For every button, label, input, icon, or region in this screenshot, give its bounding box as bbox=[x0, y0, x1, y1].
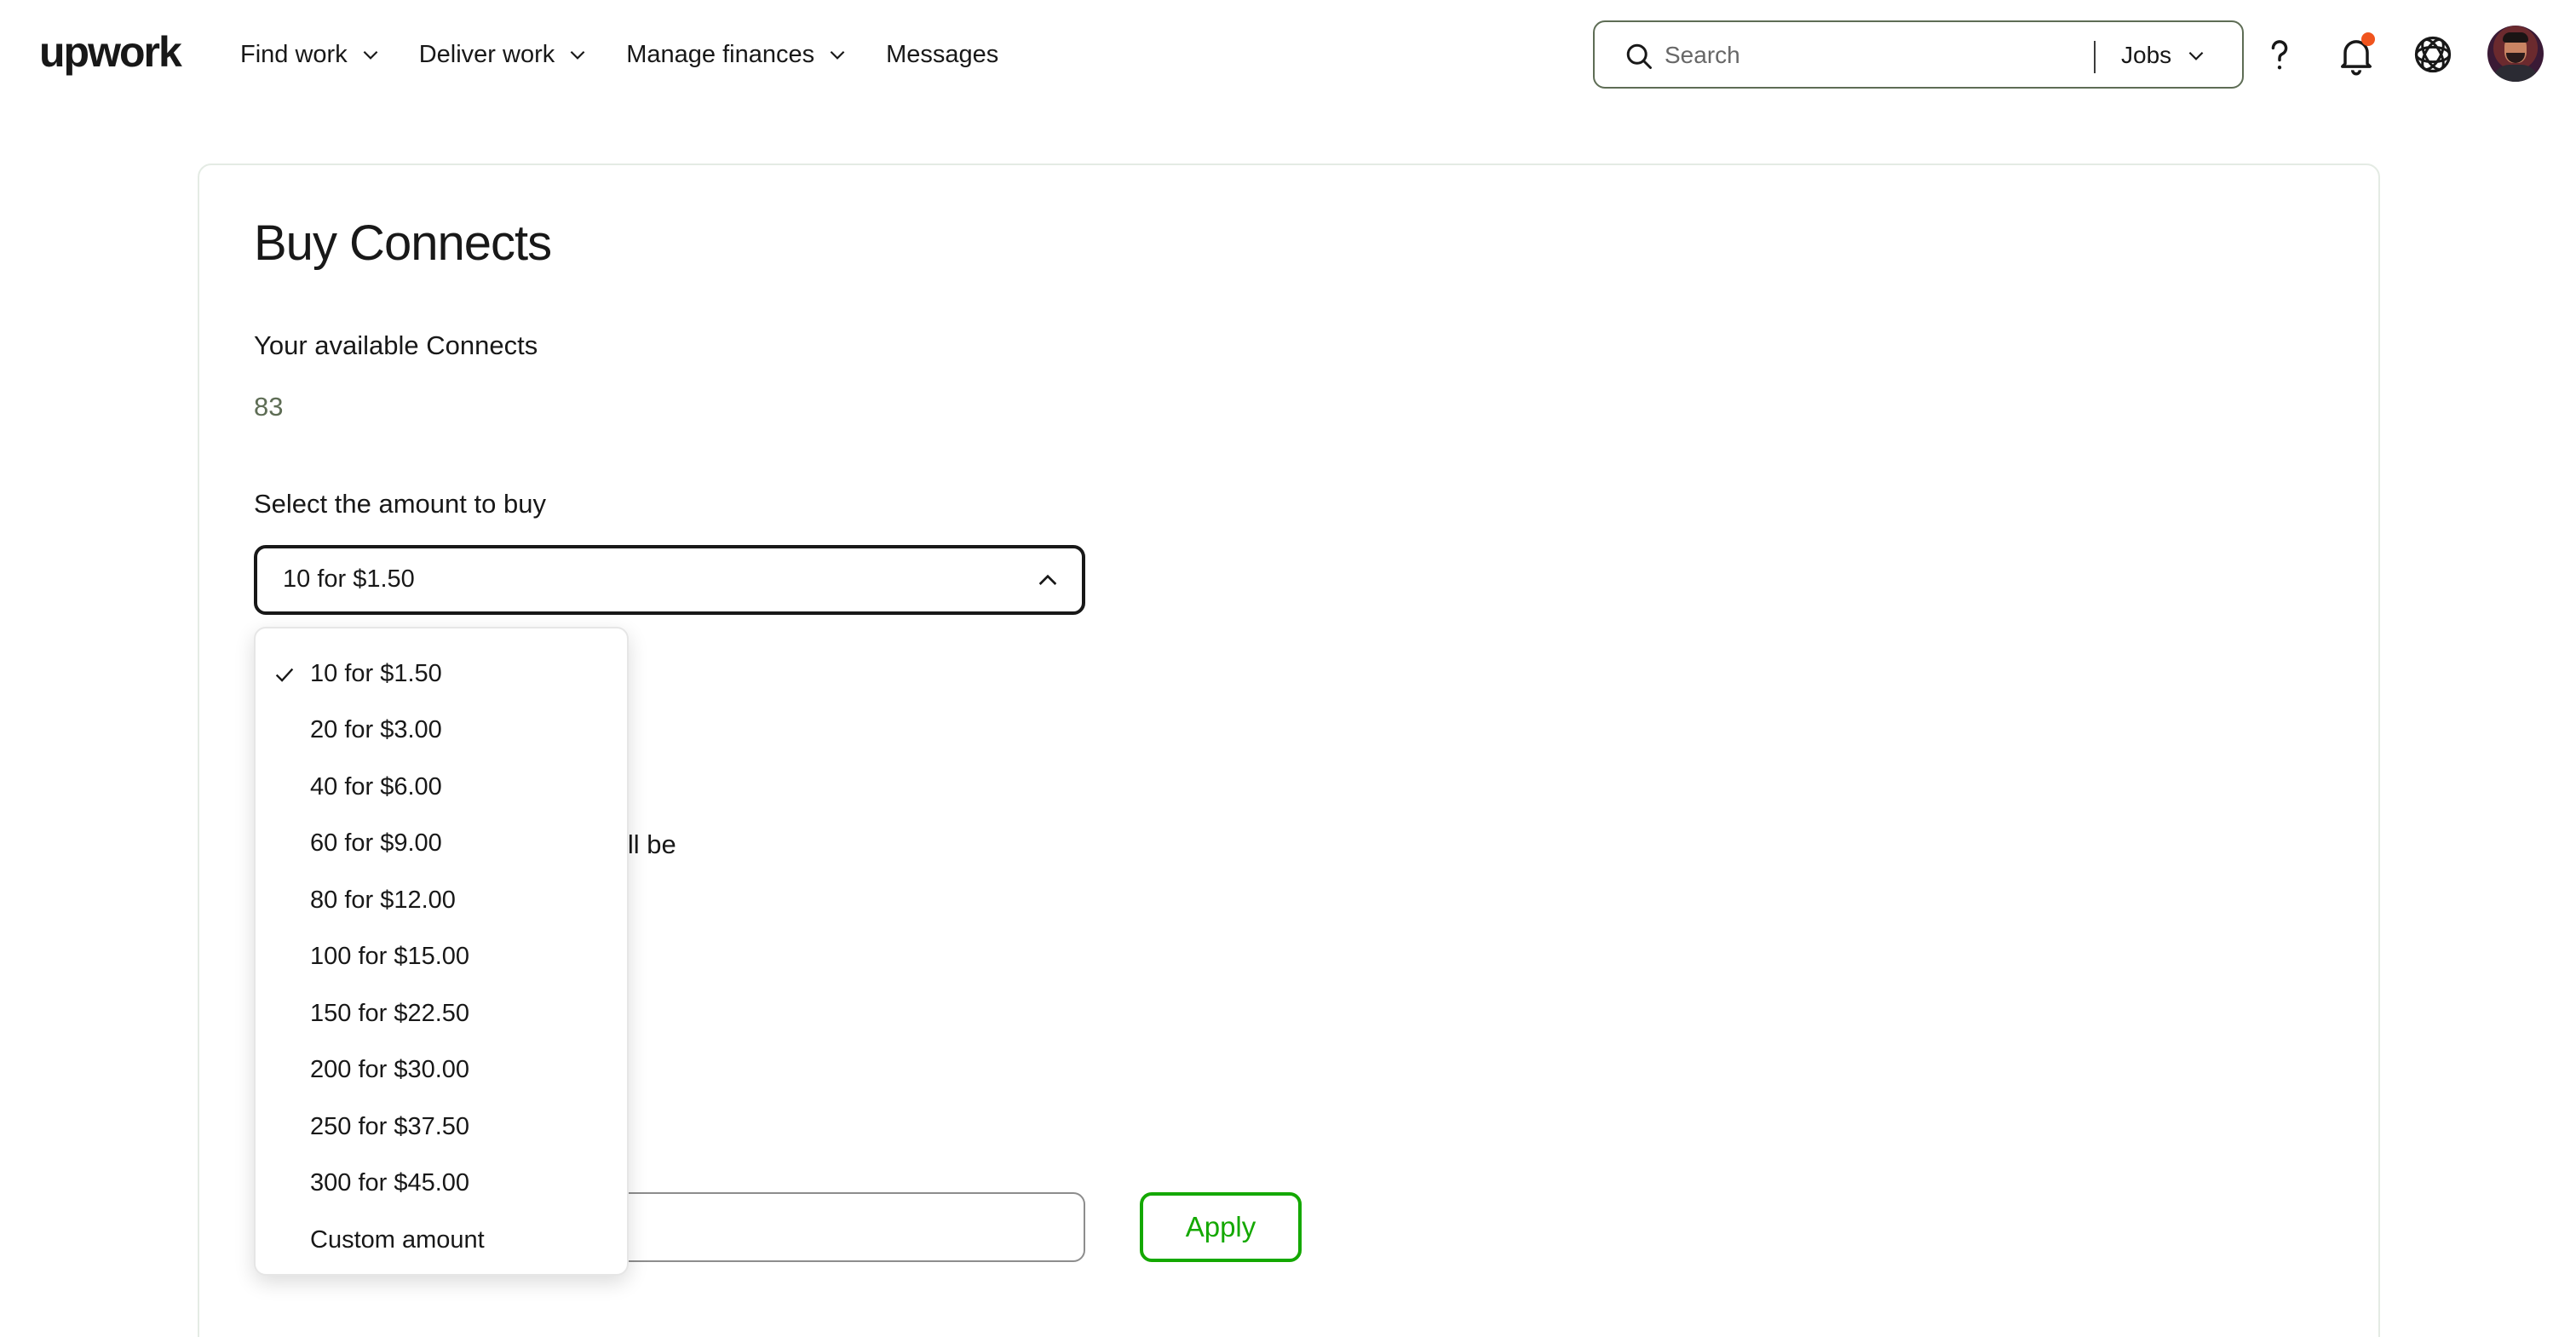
menu-option-250[interactable]: 250 for $37.50 bbox=[256, 1099, 627, 1156]
help-icon[interactable] bbox=[2257, 32, 2302, 77]
bell-icon[interactable] bbox=[2334, 32, 2378, 77]
menu-option-label: 150 for $22.50 bbox=[310, 999, 470, 1027]
search-bar: Jobs bbox=[1593, 20, 2244, 89]
chevron-down-icon bbox=[2185, 44, 2207, 66]
top-header: upwork Find work Deliver work Manage fin… bbox=[0, 0, 2576, 109]
menu-option-label: 250 for $37.50 bbox=[310, 1112, 470, 1140]
amount-select-value: 10 for $1.50 bbox=[283, 565, 415, 593]
menu-option-100[interactable]: 100 for $15.00 bbox=[256, 929, 627, 986]
search-scope-label: Jobs bbox=[2121, 42, 2172, 68]
apply-button[interactable]: Apply bbox=[1140, 1192, 1302, 1262]
check-icon bbox=[273, 663, 296, 686]
menu-option-150[interactable]: 150 for $22.50 bbox=[256, 985, 627, 1042]
main-nav: Find work Deliver work Manage finances M… bbox=[240, 29, 1036, 80]
chevron-down-icon bbox=[826, 43, 848, 66]
search-divider bbox=[2094, 41, 2096, 73]
menu-option-label: 200 for $30.00 bbox=[310, 1056, 470, 1084]
menu-option-label: 60 for $9.00 bbox=[310, 829, 442, 858]
menu-option-200[interactable]: 200 for $30.00 bbox=[256, 1042, 627, 1099]
notification-dot bbox=[2361, 32, 2375, 46]
chevron-down-icon bbox=[359, 43, 382, 66]
upwork-logo[interactable]: upwork bbox=[39, 22, 182, 82]
menu-option-60[interactable]: 60 for $9.00 bbox=[256, 816, 627, 873]
nav-deliver-work[interactable]: Deliver work bbox=[419, 29, 589, 80]
menu-option-label: 20 for $3.00 bbox=[310, 716, 442, 744]
amount-select[interactable]: 10 for $1.50 bbox=[254, 545, 1085, 615]
menu-option-label: Custom amount bbox=[310, 1225, 485, 1254]
available-connects-label: Your available Connects bbox=[254, 330, 538, 360]
nav-manage-finances-label: Manage finances bbox=[626, 40, 815, 68]
menu-option-40[interactable]: 40 for $6.00 bbox=[256, 759, 627, 816]
chevron-up-icon bbox=[1034, 567, 1061, 594]
menu-option-label: 40 for $6.00 bbox=[310, 772, 442, 800]
search-icon bbox=[1624, 41, 1654, 72]
menu-option-custom[interactable]: Custom amount bbox=[256, 1212, 627, 1269]
select-amount-label: Select the amount to buy bbox=[254, 489, 546, 519]
available-connects-value: 83 bbox=[254, 392, 284, 422]
nav-messages[interactable]: Messages bbox=[886, 29, 998, 80]
avatar[interactable] bbox=[2487, 26, 2544, 82]
amount-dropdown-menu: 10 for $1.50 20 for $3.00 40 for $6.00 6… bbox=[254, 627, 629, 1276]
nav-messages-label: Messages bbox=[886, 40, 999, 68]
nav-deliver-work-label: Deliver work bbox=[418, 40, 555, 68]
menu-option-label: 10 for $1.50 bbox=[310, 659, 442, 687]
search-input[interactable] bbox=[1665, 34, 2142, 77]
menu-option-label: 80 for $12.00 bbox=[310, 886, 456, 914]
obscured-text: ill be bbox=[622, 829, 676, 859]
menu-option-20[interactable]: 20 for $3.00 bbox=[256, 703, 627, 760]
apps-icon[interactable] bbox=[2411, 32, 2455, 77]
page: upwork Find work Deliver work Manage fin… bbox=[0, 0, 2576, 1337]
menu-option-label: 300 for $45.00 bbox=[310, 1169, 470, 1197]
menu-option-80[interactable]: 80 for $12.00 bbox=[256, 872, 627, 929]
search-scope-dropdown[interactable]: Jobs bbox=[2121, 34, 2207, 77]
nav-find-work[interactable]: Find work bbox=[240, 29, 382, 80]
nav-manage-finances[interactable]: Manage finances bbox=[626, 29, 848, 80]
page-title: Buy Connects bbox=[254, 215, 552, 271]
menu-option-300[interactable]: 300 for $45.00 bbox=[256, 1156, 627, 1213]
menu-option-10[interactable]: 10 for $1.50 bbox=[256, 646, 627, 703]
menu-option-label: 100 for $15.00 bbox=[310, 943, 470, 971]
nav-find-work-label: Find work bbox=[240, 40, 348, 68]
chevron-down-icon bbox=[566, 43, 589, 66]
